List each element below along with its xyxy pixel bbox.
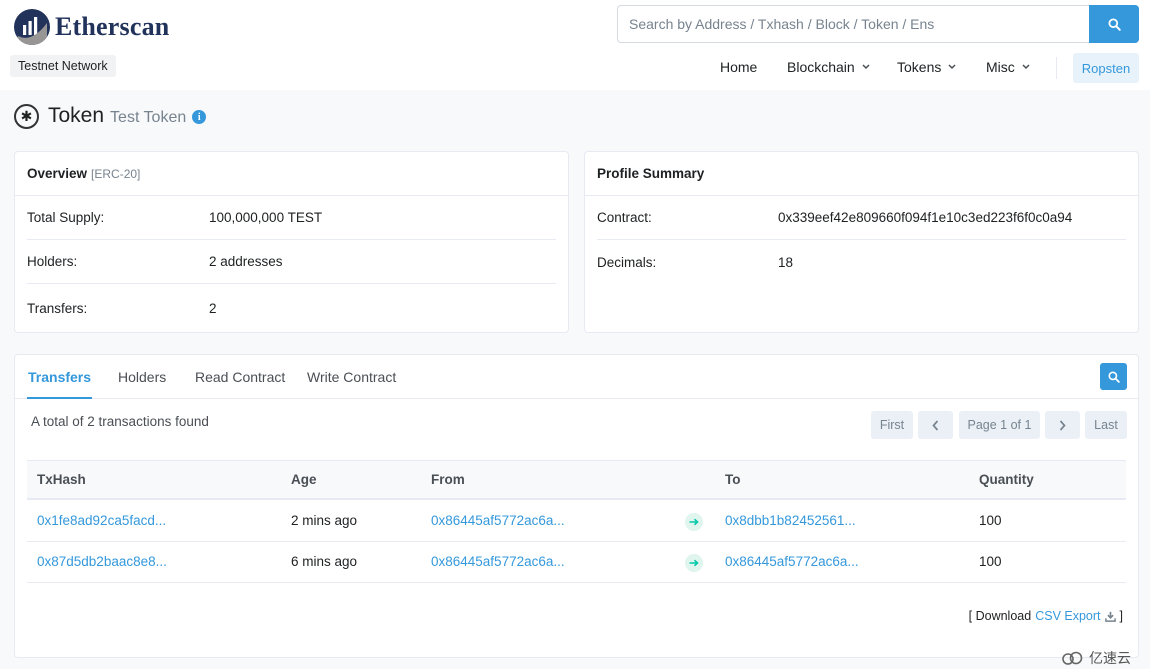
decimals-row: Decimals: 18 <box>597 240 1126 284</box>
pagination: First Page 1 of 1 Last <box>15 411 1140 439</box>
contract-address-link[interactable]: 0x339eef42e809660f094f1e10c3ed223f6f0c0a… <box>778 210 1072 225</box>
profile-title: Profile Summary <box>597 166 705 181</box>
watermark: 亿速云 <box>1060 648 1131 668</box>
holders-label: Holders: <box>27 254 78 269</box>
from-address-link[interactable]: 0x86445af5772ac6a... <box>431 501 565 541</box>
pagination-last-button[interactable]: Last <box>1085 411 1127 439</box>
total-supply-row: Total Supply: 100,000,000 TEST <box>27 196 556 240</box>
transfers-label: Transfers: <box>27 300 88 316</box>
tab-search-button[interactable] <box>1100 363 1127 390</box>
download-prefix: [ Download <box>968 609 1032 623</box>
search-button[interactable] <box>1089 5 1139 43</box>
overview-card: Overview [ERC-20] Total Supply: 100,000,… <box>14 151 569 333</box>
profile-header: Profile Summary <box>585 152 1138 196</box>
quantity-cell: 100 <box>979 513 1002 528</box>
pagination-next-button[interactable] <box>1045 411 1080 439</box>
tab-read-contract[interactable]: Read Contract <box>195 355 285 399</box>
pagination-first-button[interactable]: First <box>871 411 913 439</box>
arrow-right-icon <box>685 513 703 531</box>
token-tabs-card: Transfers Holders Read Contract Write Co… <box>14 354 1139 658</box>
search-icon <box>1107 17 1121 31</box>
search-icon <box>1107 370 1120 383</box>
nav-blockchain[interactable]: Blockchain <box>787 53 870 81</box>
txhash-link[interactable]: 0x87d5db2baac8e8... <box>37 542 167 582</box>
download-icon[interactable] <box>1104 611 1116 622</box>
token-standard: [ERC-20] <box>91 166 141 181</box>
info-icon[interactable]: i <box>192 110 207 124</box>
to-address-link[interactable]: 0x8dbb1b82452561... <box>725 501 856 541</box>
decimals-label: Decimals: <box>597 254 657 270</box>
column-to: To <box>725 472 741 487</box>
page-title-row: ✱ Token Test Token i <box>14 101 207 131</box>
tab-transfers[interactable]: Transfers <box>27 355 93 399</box>
age-cell: 6 mins ago <box>291 554 358 569</box>
transfers-row: Transfers: 2 <box>27 286 556 330</box>
nav-home[interactable]: Home <box>720 53 757 81</box>
column-txhash: TxHash <box>37 472 86 487</box>
nav-blockchain-label: Blockchain <box>787 59 855 75</box>
contract-row: Contract: 0x339eef42e809660f094f1e10c3ed… <box>597 196 1126 240</box>
contract-label: Contract: <box>597 210 652 225</box>
table-row: 0x1fe8ad92ca5facd... 2 mins ago 0x86445a… <box>27 501 1126 542</box>
download-section: [ Download CSV Export ] <box>969 609 1123 623</box>
column-from: From <box>431 472 465 487</box>
main-nav: Home Blockchain Tokens Misc Ropsten <box>0 53 1150 83</box>
overview-title: Overview <box>27 166 88 181</box>
overview-header: Overview [ERC-20] <box>15 152 568 196</box>
from-address-link[interactable]: 0x86445af5772ac6a... <box>431 542 565 582</box>
nav-divider <box>1056 57 1057 79</box>
brand-name: Etherscan <box>55 12 170 41</box>
search-bar <box>617 5 1139 43</box>
token-logo-icon: ✱ <box>14 103 39 129</box>
etherscan-logo-icon <box>14 9 50 45</box>
transfers-value: 2 <box>209 300 217 316</box>
transfers-table-header: TxHash Age From To Quantity <box>27 460 1126 500</box>
column-age[interactable]: Age <box>291 461 317 499</box>
nav-tokens[interactable]: Tokens <box>897 53 956 81</box>
watermark-text: 亿速云 <box>1089 650 1131 666</box>
chevron-right-icon <box>1059 419 1066 431</box>
decimals-value: 18 <box>778 254 794 270</box>
nav-misc-label: Misc <box>986 59 1015 75</box>
page-title: Token <box>48 104 105 127</box>
quantity-cell: 100 <box>979 554 1002 569</box>
total-supply-label: Total Supply: <box>27 210 105 225</box>
page-subtitle: Test Token <box>110 108 187 126</box>
age-cell: 2 mins ago <box>291 513 358 528</box>
holders-value: 2 addresses <box>209 254 283 269</box>
network-selector-button[interactable]: Ropsten <box>1073 53 1139 83</box>
site-header: Etherscan Testnet Network Home Blockchai… <box>0 0 1150 90</box>
search-input[interactable] <box>617 5 1089 43</box>
total-supply-value: 100,000,000 TEST <box>209 210 323 225</box>
tab-holders[interactable]: Holders <box>118 355 166 399</box>
pagination-page-info: Page 1 of 1 <box>959 411 1040 439</box>
chevron-down-icon <box>948 64 956 70</box>
nav-home-label: Home <box>720 59 758 75</box>
download-suffix: ] <box>1119 609 1123 623</box>
profile-summary-card: Profile Summary Contract: 0x339eef42e809… <box>584 151 1139 333</box>
cloud-logo-icon <box>1062 651 1083 665</box>
nav-tokens-label: Tokens <box>897 59 942 75</box>
column-quantity: Quantity <box>979 472 1034 487</box>
to-address-link[interactable]: 0x86445af5772ac6a... <box>725 542 859 582</box>
chevron-left-icon <box>932 419 939 431</box>
nav-misc[interactable]: Misc <box>986 53 1030 81</box>
tab-bar: Transfers Holders Read Contract Write Co… <box>15 355 1138 399</box>
tab-write-contract[interactable]: Write Contract <box>307 355 396 399</box>
chevron-down-icon <box>1022 64 1030 70</box>
csv-export-link[interactable]: CSV Export <box>1035 609 1100 623</box>
txhash-link[interactable]: 0x1fe8ad92ca5facd... <box>37 501 166 541</box>
etherscan-logo[interactable]: Etherscan <box>14 9 169 45</box>
pagination-prev-button[interactable] <box>918 411 953 439</box>
arrow-right-icon <box>685 554 703 572</box>
chevron-down-icon <box>862 64 870 70</box>
holders-row: Holders: 2 addresses <box>27 240 556 284</box>
table-row: 0x87d5db2baac8e8... 6 mins ago 0x86445af… <box>27 542 1126 583</box>
